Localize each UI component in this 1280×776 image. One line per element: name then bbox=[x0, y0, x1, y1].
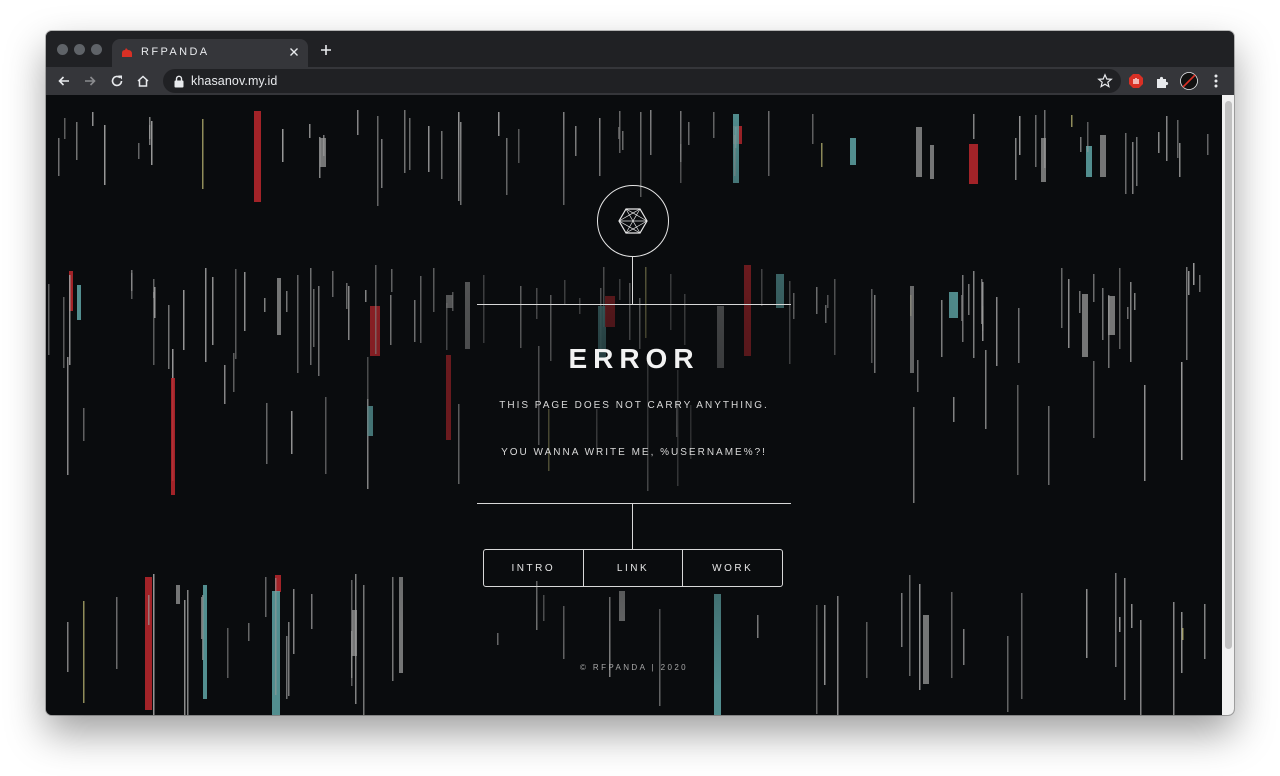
extensions-button[interactable] bbox=[1152, 71, 1172, 91]
connector-line-top bbox=[632, 256, 633, 304]
forward-button[interactable] bbox=[80, 71, 100, 91]
nav-link-button[interactable]: LINK bbox=[582, 550, 683, 586]
site-logo[interactable] bbox=[597, 185, 669, 257]
home-icon bbox=[137, 75, 149, 87]
error-heading: ERROR bbox=[568, 343, 700, 374]
avatar-icon bbox=[1180, 72, 1198, 90]
stop-hand-icon bbox=[1129, 74, 1143, 88]
hexagon-logo-icon bbox=[618, 208, 648, 234]
close-tab-icon[interactable] bbox=[286, 44, 302, 60]
kebab-menu-icon bbox=[1214, 74, 1218, 88]
bookmark-star-icon[interactable] bbox=[1097, 73, 1113, 89]
url-text: khasanov.my.id bbox=[191, 74, 278, 88]
nav-intro-button[interactable]: INTRO bbox=[484, 550, 583, 586]
page-scrollbar[interactable] bbox=[1222, 95, 1234, 715]
profile-avatar-button[interactable] bbox=[1179, 71, 1199, 91]
scrollbar-thumb[interactable] bbox=[1225, 101, 1232, 649]
connector-line-bottom bbox=[632, 503, 633, 549]
minimize-window-button[interactable] bbox=[74, 44, 85, 55]
back-arrow-icon bbox=[58, 76, 69, 86]
home-button[interactable] bbox=[133, 71, 153, 91]
nav-button-group: INTRO LINK WORK bbox=[483, 549, 783, 587]
extension-adblock-button[interactable] bbox=[1126, 71, 1146, 91]
page-viewport: ERROR THIS PAGE DOES NOT CARRY ANYTHING.… bbox=[46, 95, 1222, 715]
puzzle-piece-icon bbox=[1156, 76, 1168, 88]
browser-toolbar: khasanov.my.id bbox=[46, 67, 1234, 95]
error-message-line-2: YOU WANNA WRITE ME, %USERNAME%?! bbox=[501, 447, 767, 458]
tab-strip: RFPANDA bbox=[46, 31, 1234, 67]
footer-copyright: © RFPANDA | 2020 bbox=[579, 663, 689, 672]
nav-work-button[interactable]: WORK bbox=[682, 550, 782, 586]
divider-top bbox=[477, 304, 791, 305]
new-tab-icon[interactable] bbox=[318, 42, 334, 58]
favicon-icon bbox=[122, 48, 132, 57]
browser-tab[interactable]: RFPANDA bbox=[112, 39, 308, 67]
divider-bottom bbox=[477, 503, 791, 504]
reload-button[interactable] bbox=[107, 71, 127, 91]
close-window-button[interactable] bbox=[57, 44, 68, 55]
forward-arrow-icon bbox=[85, 76, 96, 86]
browser-window: RFPANDA khasanov.my.id ERROR THIS PAGE D… bbox=[46, 31, 1234, 715]
error-message-line-1: THIS PAGE DOES NOT CARRY ANYTHING. bbox=[499, 400, 769, 411]
zoom-window-button[interactable] bbox=[91, 44, 102, 55]
tab-title: RFPANDA bbox=[141, 46, 210, 58]
address-bar[interactable]: khasanov.my.id bbox=[163, 69, 1121, 93]
browser-menu-button[interactable] bbox=[1206, 71, 1226, 91]
lock-icon bbox=[174, 75, 184, 88]
back-button[interactable] bbox=[54, 71, 74, 91]
reload-icon bbox=[111, 75, 123, 87]
